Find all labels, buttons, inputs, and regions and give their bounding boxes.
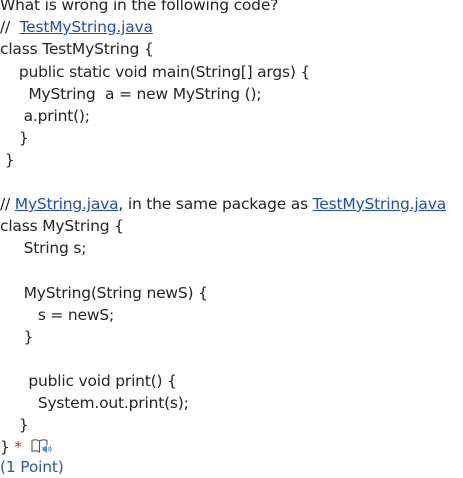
code-line: class TestMyString { [0,40,154,58]
code-line: s = newS; [0,306,115,324]
question-prompt: What is wrong in the following code? [0,0,279,14]
closing-line: } * [0,436,53,458]
file1-comment-line: // TestMyString.java [0,16,153,38]
closing-brace: } [0,438,10,456]
code-line: } [0,151,15,169]
comment-prefix: // [0,18,20,36]
immersive-reader-icon[interactable] [31,438,53,454]
code-line: } [0,129,29,147]
code-line: a.print(); [0,107,90,125]
code-line: } [0,328,34,346]
code-line: class MyString { [0,217,124,235]
code-line: public void print() { [0,372,177,390]
code-line: public static void main(String[] args) { [0,63,311,81]
mystring-link[interactable]: MyString.java [15,195,119,213]
code-line: MyString a = new MyString (); [0,85,262,103]
code-line: MyString(String newS) { [0,284,208,302]
code-line: } [0,416,29,434]
comment-prefix: // [0,195,15,213]
file2-comment-line: // MyString.java, in the same package as… [0,193,446,215]
required-asterisk: * [14,438,22,456]
comment-middle: , in the same package as [118,195,313,213]
code-line: String s; [0,239,87,257]
testmystring-link[interactable]: TestMyString.java [20,18,154,36]
testmystring-ref-link[interactable]: TestMyString.java [313,195,447,213]
points-label: (1 Point) [0,458,64,476]
code-line: System.out.print(s); [0,394,189,412]
